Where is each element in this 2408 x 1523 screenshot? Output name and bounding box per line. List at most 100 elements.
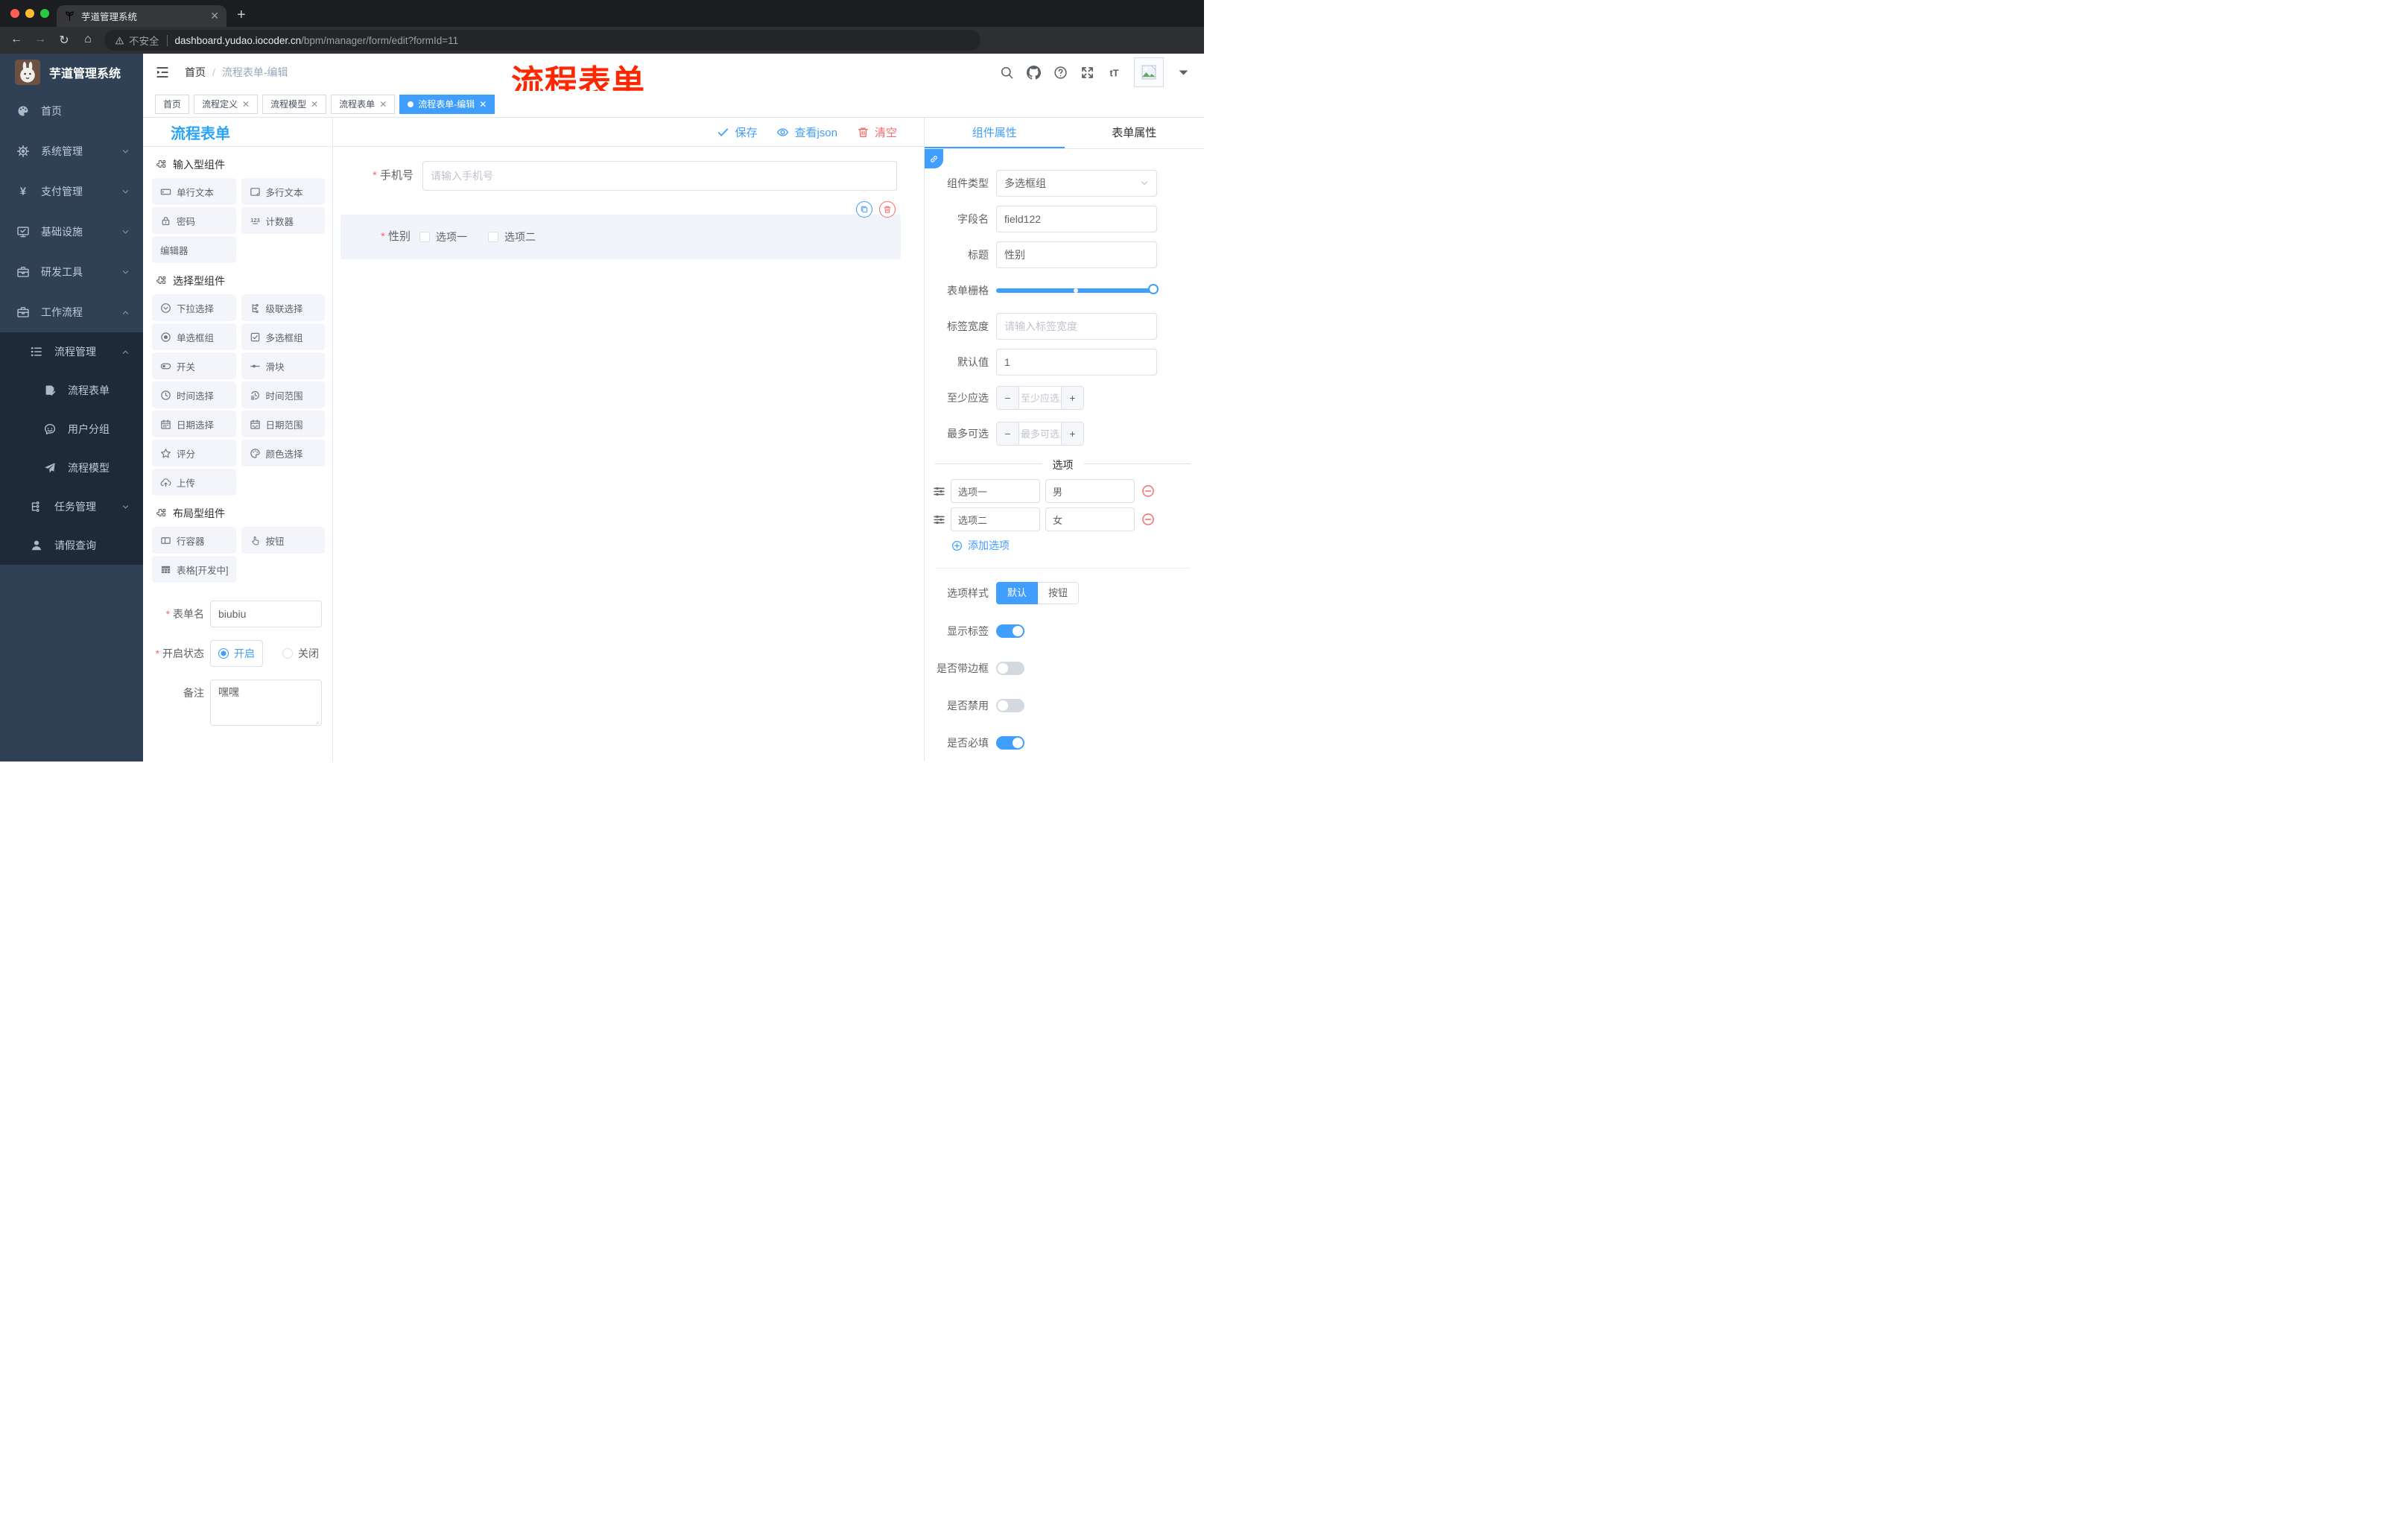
gender-field-row[interactable]: 性别 选项一 选项二 <box>340 215 901 259</box>
sidebar-item-monitor[interactable]: 基础设施 <box>0 212 143 252</box>
toggle-switch[interactable] <box>996 624 1024 638</box>
sidebar-item-briefcase[interactable]: 工作流程 <box>0 292 143 332</box>
option-style-button[interactable]: 按钮 <box>1038 582 1080 604</box>
tag-close-icon[interactable]: ✕ <box>379 99 387 110</box>
max-select-input[interactable] <box>1019 422 1061 445</box>
maximize-window-button[interactable] <box>40 9 49 18</box>
option-style-default[interactable]: 默认 <box>996 582 1039 604</box>
palette-component[interactable]: 表格[开发中] <box>152 556 236 583</box>
phone-input[interactable] <box>422 161 897 191</box>
checkbox-option[interactable]: 选项二 <box>488 229 536 244</box>
tag-tab[interactable]: 流程模型 ✕ <box>262 94 327 114</box>
help-icon[interactable] <box>1054 66 1068 80</box>
remove-option-button[interactable] <box>1141 484 1155 498</box>
toggle-switch[interactable] <box>996 699 1024 712</box>
tag-close-icon[interactable]: ✕ <box>479 99 487 110</box>
option-label-input[interactable] <box>951 507 1040 531</box>
close-window-button[interactable] <box>10 9 19 18</box>
title-input[interactable] <box>996 241 1157 268</box>
copy-field-button[interactable] <box>856 201 872 218</box>
tab-component-props[interactable]: 组件属性 <box>925 118 1065 148</box>
option-value-input[interactable] <box>1045 479 1135 503</box>
breadcrumb-home[interactable]: 首页 <box>185 65 206 80</box>
sidebar-item-gear[interactable]: 系统管理 <box>0 131 143 171</box>
palette-component[interactable]: 编辑器 <box>152 236 236 263</box>
palette-component[interactable]: 颜色选择 <box>241 440 325 466</box>
delete-field-button[interactable] <box>879 201 896 218</box>
palette-component[interactable]: 123 计数器 <box>241 207 325 234</box>
minus-button[interactable]: − <box>997 422 1019 445</box>
tag-close-icon[interactable]: ✕ <box>311 99 318 110</box>
add-option-button[interactable]: 添加选项 <box>951 538 1204 553</box>
sidebar-subitem-doc-edit[interactable]: 流程表单 <box>0 371 143 410</box>
default-value-input[interactable] <box>996 349 1157 376</box>
min-select-input[interactable] <box>1019 387 1061 409</box>
avatar-menu-caret[interactable] <box>1176 66 1191 80</box>
window-controls[interactable] <box>10 9 49 18</box>
tag-tab[interactable]: 流程表单-编辑 ✕ <box>399 94 495 114</box>
home-button[interactable]: ⌂ <box>77 33 98 48</box>
tab-form-props[interactable]: 表单属性 <box>1065 118 1205 148</box>
collapse-panel-handle[interactable] <box>925 149 943 168</box>
fullscreen-icon[interactable] <box>1080 66 1094 80</box>
sidebar-subitem-users[interactable]: 用户分组 <box>0 410 143 449</box>
palette-component[interactable]: 评分 <box>152 440 236 466</box>
plus-button[interactable]: + <box>1061 422 1083 445</box>
sidebar-item-yen[interactable]: ¥ 支付管理 <box>0 171 143 212</box>
address-bar[interactable]: 不安全 dashboard.yudao.iocoder.cn/bpm/manag… <box>104 30 980 51</box>
avatar[interactable] <box>1134 57 1164 87</box>
minus-button[interactable]: − <box>997 387 1019 409</box>
drag-handle-icon[interactable] <box>933 513 945 526</box>
palette-component[interactable]: 日期选择 <box>152 411 236 437</box>
refresh-button[interactable]: ↻ <box>54 33 75 48</box>
field-name-input[interactable] <box>996 206 1157 232</box>
github-icon[interactable] <box>1027 65 1041 80</box>
collapse-sidebar-button[interactable] <box>155 65 170 80</box>
palette-component[interactable]: 开关 <box>152 352 236 379</box>
security-label[interactable]: 不安全 <box>129 33 159 48</box>
sidebar-item-dashboard[interactable]: 首页 <box>0 91 143 131</box>
forward-button[interactable]: → <box>30 33 51 48</box>
palette-component[interactable]: 日期范围 <box>241 411 325 437</box>
form-name-input[interactable] <box>210 601 322 627</box>
browser-tab[interactable]: 芋道管理系统 ✕ <box>57 5 226 27</box>
palette-component[interactable]: 单选框组 <box>152 323 236 350</box>
grid-slider[interactable] <box>996 277 1159 304</box>
checkbox[interactable] <box>419 232 430 242</box>
tag-tab[interactable]: 流程定义 ✕ <box>194 94 259 114</box>
palette-component[interactable]: 上传 <box>152 469 236 495</box>
palette-component[interactable]: 时间范围 <box>241 381 325 408</box>
tag-close-icon[interactable]: ✕ <box>242 99 250 110</box>
palette-component[interactable]: 滑块 <box>241 352 325 379</box>
sidebar-subitem-send[interactable]: 流程模型 <box>0 449 143 487</box>
status-radio-off[interactable]: 关闭 <box>282 646 319 661</box>
slider-handle[interactable] <box>1148 284 1159 294</box>
palette-component[interactable]: 下拉选择 <box>152 294 236 321</box>
view-json-button[interactable]: 查看json <box>776 124 837 140</box>
tag-tab[interactable]: 首页 <box>155 94 190 114</box>
tab-close-icon[interactable]: ✕ <box>210 10 219 22</box>
search-icon[interactable] <box>1000 66 1014 80</box>
option-value-input[interactable] <box>1045 507 1135 531</box>
sidebar-subitem-tree[interactable]: 任务管理 <box>0 487 143 526</box>
save-button[interactable]: 保存 <box>717 124 757 140</box>
plus-button[interactable]: + <box>1061 387 1083 409</box>
font-size-icon[interactable]: tT <box>1107 66 1121 80</box>
palette-component[interactable]: 按钮 <box>241 527 325 554</box>
minimize-window-button[interactable] <box>25 9 34 18</box>
palette-component[interactable]: 多选框组 <box>241 323 325 350</box>
component-type-select[interactable]: 多选框组 <box>996 170 1157 197</box>
drag-handle-icon[interactable] <box>933 485 945 498</box>
status-radio-on[interactable]: 开启 <box>210 640 263 667</box>
palette-component[interactable]: 时间选择 <box>152 381 236 408</box>
palette-component[interactable]: 密码 <box>152 207 236 234</box>
option-label-input[interactable] <box>951 479 1040 503</box>
sidebar-item-toolbox[interactable]: 研发工具 <box>0 252 143 292</box>
label-width-input[interactable] <box>996 313 1157 340</box>
back-button[interactable]: ← <box>6 33 27 48</box>
checkbox-option[interactable]: 选项一 <box>419 229 467 244</box>
palette-component[interactable]: 行容器 <box>152 527 236 554</box>
new-tab-button[interactable]: + <box>237 4 246 25</box>
remove-option-button[interactable] <box>1141 513 1155 526</box>
sidebar-subitem-list[interactable]: 流程管理 <box>0 332 143 371</box>
